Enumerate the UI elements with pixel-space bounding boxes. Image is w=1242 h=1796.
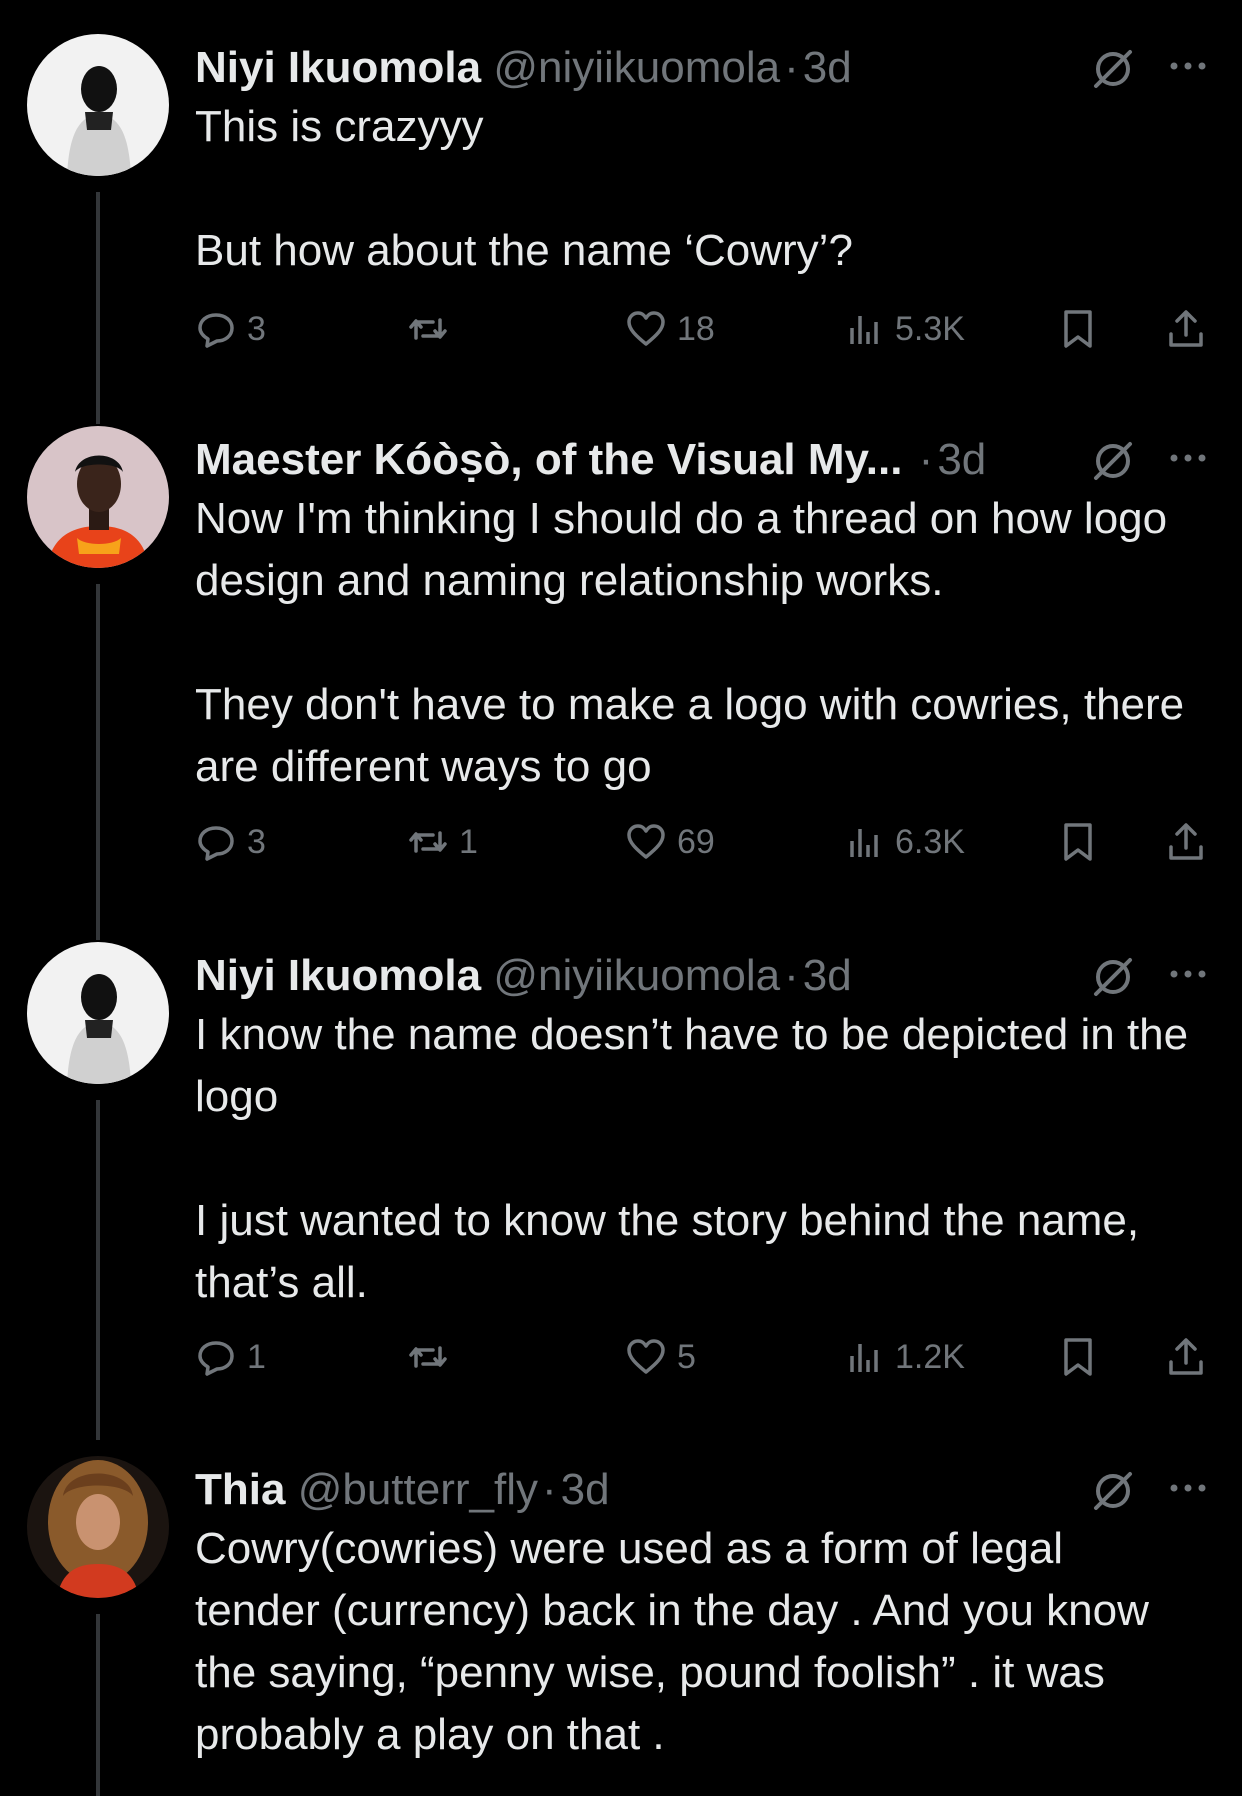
author-handle[interactable]: @niyiikuomola [493,43,780,92]
reply-button[interactable]: 1 [195,1334,266,1380]
author-name[interactable]: Niyi Ikuomola [195,43,481,92]
like-icon [627,311,665,346]
repost-icon [409,1346,447,1368]
bookmark-icon [1064,1338,1092,1376]
bookmark-icon [1064,823,1092,861]
more-icon[interactable] [1166,436,1210,480]
share-button[interactable] [1165,306,1207,352]
like-button[interactable]: 18 [625,306,715,352]
views-icon [850,829,878,857]
more-icon[interactable] [1166,44,1210,88]
reply-icon [198,313,234,348]
repost-button[interactable] [407,1334,459,1380]
post-actions: 3 1 69 6.3K [195,819,1215,865]
more-icon[interactable] [1166,1466,1210,1510]
views-button[interactable]: 6.3K [843,819,965,865]
views-icon [850,1344,878,1372]
avatar[interactable] [27,426,169,568]
like-button[interactable]: 5 [625,1334,696,1380]
views-icon [850,316,878,344]
share-button[interactable] [1165,819,1207,865]
views-button[interactable]: 5.3K [843,306,965,352]
reply-button[interactable]: 3 [195,819,266,865]
post-text: This is crazyyy But how about the name ‘… [195,102,853,275]
more-icon[interactable] [1166,952,1210,996]
reply-icon [198,1341,234,1376]
repost-icon [409,318,447,340]
grok-icon[interactable] [1090,954,1136,1000]
post-time[interactable]: 3d [561,1465,610,1514]
post-header: Niyi Ikuomola @niyiikuomola·3d [195,951,852,1000]
repost-button[interactable]: 1 [407,819,478,865]
author-name[interactable]: Niyi Ikuomola [195,951,481,1000]
share-button[interactable] [1165,1334,1207,1380]
bookmark-icon [1064,310,1092,348]
thread-line [96,1100,100,1440]
bookmark-button[interactable] [1057,1334,1099,1380]
like-icon [627,824,665,859]
grok-icon[interactable] [1090,46,1136,92]
repost-button[interactable] [407,306,459,352]
post-time[interactable]: 3d [803,43,852,92]
post-text: Cowry(cowries) were used as a form of le… [195,1524,1162,1759]
views-button[interactable]: 1.2K [843,1334,965,1380]
grok-icon[interactable] [1090,1468,1136,1514]
thread-line [96,192,100,424]
post-text: Now I'm thinking I should do a thread on… [195,494,1185,791]
post-header: Maester Kóòṣò, of the Visual My... ·3d [195,435,987,484]
share-icon [1169,310,1203,347]
thread-line [96,584,100,940]
grok-icon[interactable] [1090,438,1136,484]
post-time[interactable]: 3d [803,951,852,1000]
bookmark-button[interactable] [1057,819,1099,865]
post-actions: 1 5 1.2K [195,1334,1215,1380]
bookmark-button[interactable] [1057,306,1099,352]
author-handle[interactable]: @butterr_fly [298,1465,538,1514]
post-header: Niyi Ikuomola @niyiikuomola·3d [195,43,852,92]
author-name[interactable]: Maester Kóòṣò, of the Visual My... [195,435,902,484]
reply-icon [198,826,234,861]
repost-icon [409,831,447,853]
like-icon [627,1339,665,1374]
reply-button[interactable]: 3 [195,306,266,352]
post-header: Thia @butterr_fly·3d [195,1465,610,1514]
share-icon [1169,823,1203,860]
avatar[interactable] [27,34,169,176]
author-handle[interactable]: @niyiikuomola [493,951,780,1000]
author-name[interactable]: Thia [195,1465,285,1514]
post-text: I know the name doesn’t have to be depic… [195,1010,1189,1307]
like-button[interactable]: 69 [625,819,715,865]
post-actions: 3 18 5.3K [195,306,1215,352]
share-icon [1169,1338,1203,1375]
post-time[interactable]: 3d [937,435,986,484]
thread-line [96,1614,100,1796]
avatar[interactable] [27,942,169,1084]
avatar[interactable] [27,1456,169,1598]
